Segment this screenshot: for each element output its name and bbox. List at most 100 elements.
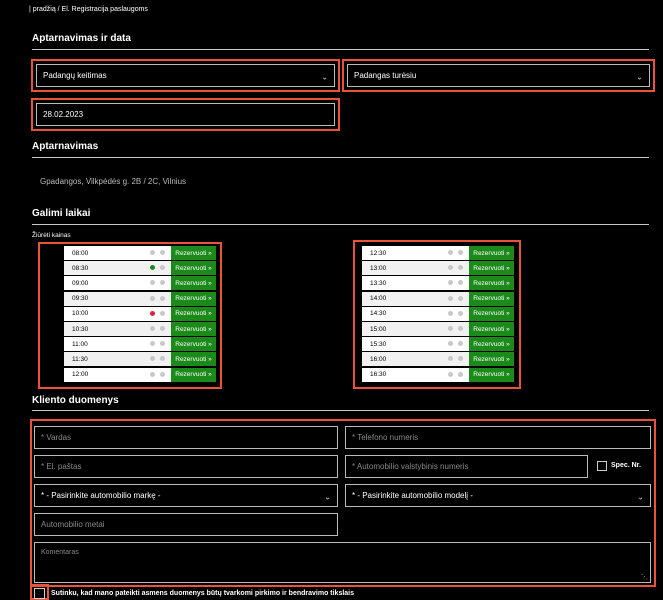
availability-dot-icon: [150, 310, 155, 316]
availability-dot-icon: [458, 250, 463, 255]
reserve-button[interactable]: Rezervuoti »: [171, 276, 216, 291]
license-plate-field[interactable]: * Automobilio valstybinis numeris: [345, 455, 588, 478]
availability-dot-icon: [150, 326, 155, 331]
email-field[interactable]: * El. paštas: [34, 455, 338, 478]
availability-dot-icon: [150, 265, 155, 271]
tires-select-value: Padangas turėsiu: [354, 71, 417, 80]
time-slot-row: 13:30 Rezervuoti »: [362, 276, 514, 291]
reserve-button[interactable]: Rezervuoti »: [469, 337, 514, 352]
time-slot-time: 12:00: [64, 367, 171, 382]
reserve-button[interactable]: Rezervuoti »: [171, 352, 216, 367]
view-prices-link[interactable]: Žiūrėti kainas: [32, 232, 71, 239]
consent-checkbox[interactable]: [34, 588, 45, 599]
client-form-highlight: * Vardas * Telefono numeris * El. paštas…: [30, 419, 656, 587]
time-slot-time: 16:00: [362, 352, 469, 367]
time-slot-row: 09:30 Rezervuoti »: [64, 291, 216, 306]
service-select[interactable]: Padangų keitimas ⌄: [36, 64, 335, 87]
section-title-service: Aptarnavimas: [32, 141, 99, 152]
section-title-service-date: Aptarnavimas ir data: [32, 33, 131, 44]
time-slot-row: 12:00 Rezervuoti »: [64, 367, 216, 382]
reserve-button[interactable]: Rezervuoti »: [171, 337, 216, 352]
availability-dot-icon: [160, 295, 165, 301]
spec-nr-checkbox[interactable]: [597, 461, 607, 471]
reserve-button[interactable]: Rezervuoti »: [171, 367, 216, 382]
availability-dot-icon: [458, 295, 463, 301]
availability-dot-icon: [448, 250, 453, 255]
time-slot-row: 11:30 Rezervuoti »: [64, 352, 216, 367]
consent-checkbox-highlight: [30, 584, 49, 600]
time-slot-row: 12:30 Rezervuoti »: [362, 246, 514, 260]
time-slot-time: 11:00: [64, 337, 171, 352]
time-slot-row: 16:30 Rezervuoti »: [362, 367, 514, 382]
reserve-button[interactable]: Rezervuoti »: [469, 352, 514, 367]
availability-dot-icon: [448, 326, 453, 331]
time-slot-time: 10:30: [64, 322, 171, 336]
time-slot-row: 09:00 Rezervuoti »: [64, 276, 216, 291]
service-select-value: Padangų keitimas: [43, 71, 107, 80]
reserve-button[interactable]: Rezervuoti »: [469, 246, 514, 260]
reserve-button[interactable]: Rezervuoti »: [469, 367, 514, 382]
availability-dot-icon: [458, 310, 463, 316]
availability-dot-icon: [150, 280, 155, 286]
car-model-select[interactable]: * - Pasirinkite automobilio modelį - ⌄: [345, 484, 651, 507]
time-slot-time: 14:30: [362, 306, 469, 321]
time-slot-row: 15:30 Rezervuoti »: [362, 337, 514, 352]
availability-dot-icon: [458, 371, 463, 377]
car-make-select[interactable]: * - Pasirinkite automobilio markę - ⌄: [34, 484, 338, 507]
consent-label: Sutinku, kad mano pateikti asmens duomen…: [51, 590, 355, 597]
time-slot-row: 14:30 Rezervuoti »: [362, 306, 514, 321]
reserve-button[interactable]: Rezervuoti »: [469, 261, 514, 276]
reserve-button[interactable]: Rezervuoti »: [171, 261, 216, 276]
reserve-button[interactable]: Rezervuoti »: [171, 322, 216, 336]
time-slot-time: 13:30: [362, 276, 469, 291]
reserve-button[interactable]: Rezervuoti »: [469, 291, 514, 306]
availability-dot-icon: [448, 280, 453, 286]
reserve-button[interactable]: Rezervuoti »: [171, 291, 216, 306]
car-year-field[interactable]: Automobilio metai: [34, 513, 338, 536]
availability-dot-icon: [160, 250, 165, 255]
availability-dot-icon: [150, 356, 155, 362]
availability-dot-icon: [448, 371, 453, 377]
divider: [32, 157, 649, 158]
tires-select[interactable]: Padangas turėsiu ⌄: [347, 64, 650, 87]
availability-dot-icon: [448, 341, 453, 347]
availability-dot-icon: [160, 371, 165, 377]
resize-handle-icon[interactable]: ⋱: [641, 573, 648, 581]
availability-dot-icon: [160, 356, 165, 362]
comment-textarea[interactable]: Komentaras ⋱: [34, 542, 651, 583]
availability-dot-icon: [448, 310, 453, 316]
availability-dot-icon: [160, 310, 165, 316]
time-slot-time: 08:30: [64, 261, 171, 276]
reserve-button[interactable]: Rezervuoti »: [171, 246, 216, 260]
time-slot-row: 10:00 Rezervuoti »: [64, 306, 216, 321]
time-slot-row: 08:30 Rezervuoti »: [64, 261, 216, 276]
date-input[interactable]: 28.02.2023: [36, 103, 335, 126]
availability-dot-icon: [458, 280, 463, 286]
phone-field[interactable]: * Telefono numeris: [345, 426, 651, 449]
divider: [32, 224, 649, 225]
chevron-down-icon: ⌄: [321, 71, 328, 81]
date-input-highlight: 28.02.2023: [31, 98, 340, 131]
time-slot-time: 11:30: [64, 352, 171, 367]
time-slot-time: 10:00: [64, 306, 171, 321]
time-slot-time: 15:30: [362, 337, 469, 352]
reserve-button[interactable]: Rezervuoti »: [469, 322, 514, 336]
availability-dot-icon: [458, 265, 463, 271]
reserve-button[interactable]: Rezervuoti »: [469, 276, 514, 291]
availability-dot-icon: [448, 356, 453, 362]
name-field[interactable]: * Vardas: [34, 426, 338, 449]
availability-dot-icon: [448, 295, 453, 301]
time-slot-row: 10:30 Rezervuoti »: [64, 322, 216, 336]
chevron-down-icon: ⌄: [636, 71, 643, 81]
availability-dot-icon: [160, 326, 165, 331]
time-slot-time: 09:30: [64, 291, 171, 306]
time-slot-time: 13:00: [362, 261, 469, 276]
time-slot-row: 15:00 Rezervuoti »: [362, 322, 514, 336]
availability-dot-icon: [160, 341, 165, 347]
chevron-down-icon: ⌄: [324, 491, 331, 501]
time-slot-time: 14:00: [362, 291, 469, 306]
reserve-button[interactable]: Rezervuoti »: [171, 306, 216, 321]
spec-nr-label: Spec. Nr.: [611, 462, 641, 469]
chevron-down-icon: ⌄: [637, 491, 644, 501]
reserve-button[interactable]: Rezervuoti »: [469, 306, 514, 321]
